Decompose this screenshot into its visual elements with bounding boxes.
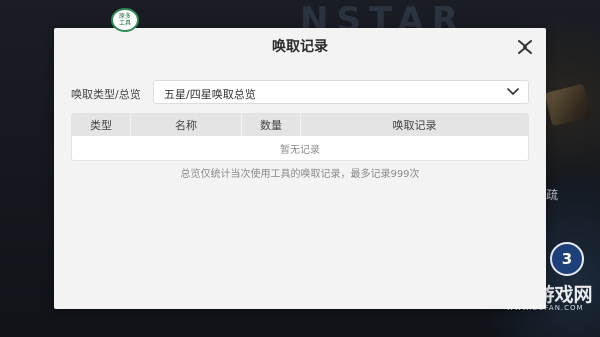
filter-label: 唤取类型/总览 <box>71 88 141 101</box>
footnote-text: 总览仅统计当次使用工具的唤取记录，最多记录999次 <box>180 169 420 180</box>
close-x-icon <box>518 40 532 54</box>
watermark-badge-text: 3 <box>561 250 573 268</box>
watermark-logo-icon: 3 <box>550 242 584 276</box>
table-header: 类型 名称 数量 唤取记录 <box>72 114 528 136</box>
pull-type-selected-value: 五星/四星唤取总览 <box>164 88 256 101</box>
column-header-pull-record: 唤取记录 <box>392 119 437 132</box>
pull-record-dialog: 唤取记录 唤取类型/总览 五星/四星唤取总览 类型 名称 数量 唤取记录 暂无记… <box>54 28 546 309</box>
background-item-image <box>544 83 592 127</box>
close-button[interactable] <box>516 38 534 56</box>
empty-state-row: 暂无记录 <box>72 136 528 160</box>
helper-tool-badge[interactable]: 原多 工具 <box>111 8 139 32</box>
dialog-title: 唤取记录 <box>272 39 328 55</box>
pull-type-select[interactable]: 五星/四星唤取总览 <box>153 80 529 104</box>
column-header-quantity: 数量 <box>242 114 301 136</box>
pull-record-table: 类型 名称 数量 唤取记录 暂无记录 <box>71 113 529 161</box>
column-header-type: 类型 <box>72 114 131 136</box>
helper-badge-line2: 工具 <box>118 20 131 27</box>
column-header-name: 名称 <box>131 114 242 136</box>
app-background: NSTAR 原多 工具 疏 3 不凡游戏网 WWW.BUFAN.COM 唤取记录… <box>0 0 600 337</box>
background-side-text: 疏 <box>546 188 559 202</box>
helper-badge-line1: 原多 <box>118 13 131 20</box>
chevron-down-icon <box>507 88 519 95</box>
